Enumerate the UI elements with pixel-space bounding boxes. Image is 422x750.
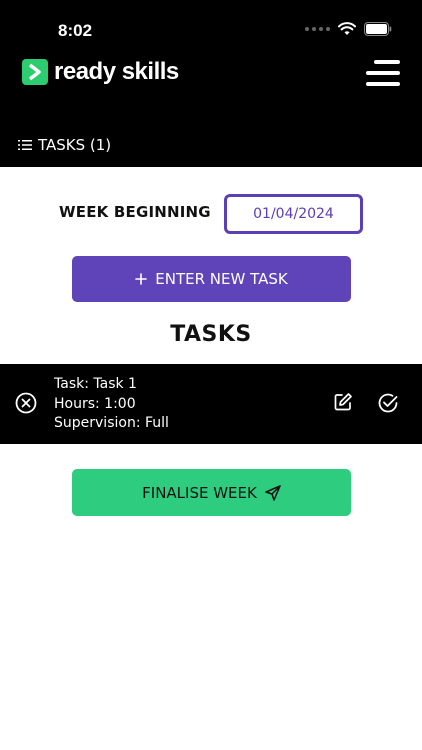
week-date-value: 01/04/2024 bbox=[253, 206, 334, 222]
complete-task-icon[interactable] bbox=[377, 392, 399, 414]
status-time: 8:02 bbox=[58, 21, 93, 40]
signal-icon bbox=[305, 27, 330, 31]
logo-chevron-icon bbox=[22, 59, 48, 85]
week-date-field[interactable]: 01/04/2024 bbox=[224, 194, 363, 234]
tasks-section-title: TASKS bbox=[170, 322, 252, 347]
send-icon bbox=[265, 484, 281, 501]
task-details: Task: Task 1 Hours: 1:00 Supervision: Fu… bbox=[54, 375, 169, 434]
menu-bar bbox=[366, 71, 400, 75]
status-icons bbox=[305, 22, 392, 36]
finalise-week-button[interactable]: FINALISE WEEK bbox=[72, 469, 351, 516]
brand-name: ready skills bbox=[54, 58, 179, 85]
enter-new-task-button[interactable]: ENTER NEW TASK bbox=[72, 256, 351, 302]
app-header: ready skills TASKS (1) bbox=[0, 50, 422, 167]
edit-task-icon[interactable] bbox=[333, 392, 353, 412]
task-supervision: Supervision: Full bbox=[54, 415, 169, 431]
plus-icon bbox=[135, 273, 148, 285]
menu-bar bbox=[366, 82, 400, 86]
finalise-week-label: FINALISE WEEK bbox=[142, 483, 257, 502]
brand-logo[interactable]: ready skills bbox=[22, 58, 179, 86]
enter-new-task-label: ENTER NEW TASK bbox=[155, 270, 288, 288]
tasks-count-text: TASKS (1) bbox=[38, 136, 112, 154]
menu-bar bbox=[374, 60, 400, 64]
task-row: Task: Task 1 Hours: 1:00 Supervision: Fu… bbox=[0, 364, 422, 444]
week-beginning-label: WEEK BEGINNING bbox=[59, 203, 211, 221]
status-bar: 8:02 bbox=[0, 0, 422, 50]
remove-task-icon[interactable] bbox=[15, 392, 37, 414]
list-icon bbox=[18, 140, 32, 150]
wifi-icon bbox=[338, 22, 356, 35]
task-hours: Hours: 1:00 bbox=[54, 395, 136, 412]
menu-button[interactable] bbox=[366, 60, 400, 86]
battery-icon bbox=[364, 22, 392, 36]
tasks-count-label: TASKS (1) bbox=[18, 136, 111, 154]
task-name: Task: Task 1 bbox=[54, 376, 137, 392]
